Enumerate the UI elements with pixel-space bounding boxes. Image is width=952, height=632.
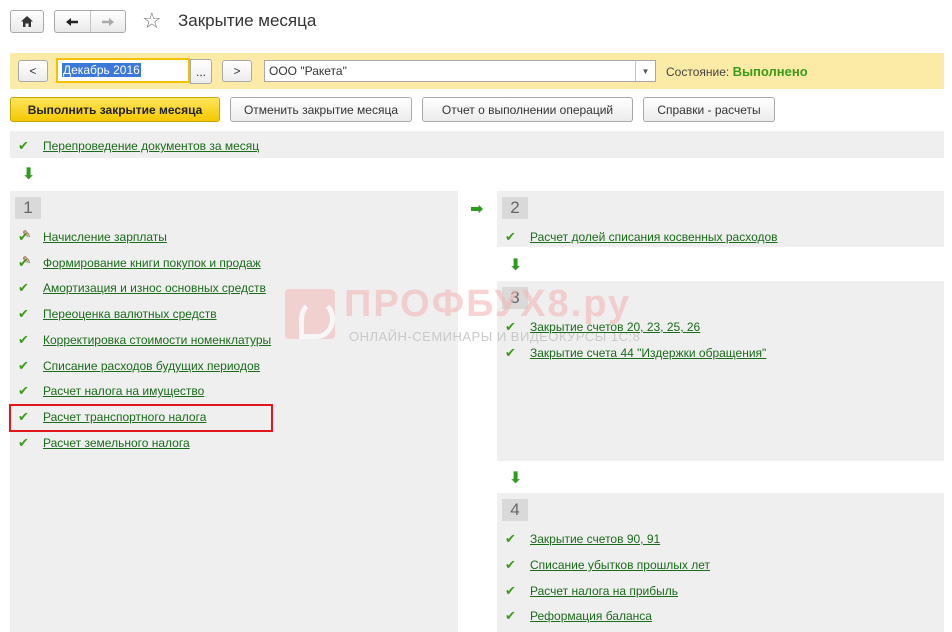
list-item[interactable]: ✔ Амортизация и износ основных средств <box>18 279 266 297</box>
calculations-help-button[interactable]: Справки - расчеты <box>643 97 775 122</box>
operations-report-button[interactable]: Отчет о выполнении операций <box>422 97 633 122</box>
check-icon: ✔ <box>18 358 29 373</box>
list-item[interactable]: ✔ Расчет налога на имущество <box>18 382 204 400</box>
check-icon: ✔ <box>505 531 516 546</box>
highlight-frame <box>9 404 273 432</box>
list-item[interactable]: ✔ Перепроведение документов за месяц <box>18 137 259 155</box>
check-icon: ✔ <box>18 280 29 295</box>
arrow-right-icon <box>101 17 114 26</box>
forward-button[interactable] <box>89 11 126 32</box>
operation-link[interactable]: Формирование книги покупок и продаж <box>43 256 261 270</box>
list-item[interactable]: ✔ Расчет земельного налога <box>18 434 190 452</box>
operation-link[interactable]: Закрытие счетов 20, 23, 25, 26 <box>530 320 700 334</box>
arrow-left-icon <box>66 17 79 26</box>
list-item[interactable]: ✔ Закрытие счетов 20, 23, 25, 26 <box>505 318 700 336</box>
operation-link[interactable]: Переоценка валютных средств <box>43 307 217 321</box>
operation-link[interactable]: Расчет налога на прибыль <box>530 584 678 598</box>
check-icon: ✔ <box>505 319 516 334</box>
history-navigation <box>54 10 126 33</box>
step-number: 4 <box>502 499 528 521</box>
check-edited-icon: ✔ <box>18 228 38 245</box>
period-select-button[interactable]: ... <box>190 59 212 84</box>
status-label: Состояние: <box>666 65 730 79</box>
check-icon: ✔ <box>505 229 516 244</box>
dropdown-arrow-icon[interactable]: ▼ <box>635 61 655 81</box>
check-edited-icon: ✔ <box>18 254 38 271</box>
list-item[interactable]: ✔ Закрытие счета 44 "Издержки обращения" <box>505 344 766 362</box>
back-button[interactable] <box>55 11 90 32</box>
arrow-down-icon: ⬇ <box>509 257 523 274</box>
arrow-down-icon: ⬇ <box>509 470 523 487</box>
operation-link[interactable]: Начисление зарплаты <box>43 230 167 244</box>
operation-link[interactable]: Расчет земельного налога <box>43 436 190 450</box>
step-number: 2 <box>502 197 528 219</box>
operation-link[interactable]: Списание убытков прошлых лет <box>530 558 710 572</box>
status: Состояние: Выполнено <box>666 64 808 79</box>
step-number: 1 <box>15 197 41 219</box>
organization-select[interactable]: ООО "Ракета" ▼ <box>264 60 656 82</box>
operation-link[interactable]: Расчет налога на имущество <box>43 384 204 398</box>
list-item[interactable]: ✔ Расчет долей списания косвенных расход… <box>505 228 778 246</box>
watermark-logo <box>285 289 335 339</box>
check-icon: ✔ <box>505 345 516 360</box>
home-button[interactable] <box>10 10 44 33</box>
operation-link[interactable]: Перепроведение документов за месяц <box>43 139 259 153</box>
operation-link[interactable]: Амортизация и износ основных средств <box>43 281 266 295</box>
home-icon <box>21 16 33 27</box>
organization-value: ООО "Ракета" <box>269 64 347 78</box>
list-item[interactable]: ✔ Формирование книги покупок и продаж <box>18 254 261 272</box>
list-item[interactable]: ✔ Начисление зарплаты <box>18 228 167 246</box>
list-item[interactable]: ✔ Списание расходов будущих периодов <box>18 357 260 375</box>
list-item[interactable]: ✔ Расчет налога на прибыль <box>505 582 678 600</box>
check-icon: ✔ <box>505 608 516 623</box>
check-icon: ✔ <box>18 306 29 321</box>
period-input[interactable]: Декабрь 2016 <box>56 58 190 83</box>
operation-link[interactable]: Реформация баланса <box>530 609 652 623</box>
list-item[interactable]: ✔ Закрытие счетов 90, 91 <box>505 530 660 548</box>
prev-period-button[interactable]: < <box>18 60 48 82</box>
list-item[interactable]: ✔ Списание убытков прошлых лет <box>505 556 710 574</box>
operation-link[interactable]: Корректировка стоимости номенклатуры <box>43 333 271 347</box>
list-item[interactable]: ✔ Переоценка валютных средств <box>18 305 217 323</box>
arrow-right-icon: ➡ <box>470 201 484 218</box>
star-icon[interactable]: ☆ <box>142 8 162 34</box>
check-icon: ✔ <box>18 138 29 153</box>
cancel-closing-button[interactable]: Отменить закрытие месяца <box>230 97 412 122</box>
run-closing-button[interactable]: Выполнить закрытие месяца <box>10 97 220 122</box>
operation-link[interactable]: Закрытие счетов 90, 91 <box>530 532 660 546</box>
operation-link[interactable]: Списание расходов будущих периодов <box>43 359 260 373</box>
arrow-down-icon: ⬇ <box>22 166 36 183</box>
check-icon: ✔ <box>505 583 516 598</box>
check-icon: ✔ <box>18 435 29 450</box>
status-value: Выполнено <box>732 64 808 79</box>
check-icon: ✔ <box>505 557 516 572</box>
page-title: Закрытие месяца <box>178 11 317 30</box>
operation-link[interactable]: Закрытие счета 44 "Издержки обращения" <box>530 346 766 360</box>
operation-link[interactable]: Расчет долей списания косвенных расходов <box>530 230 778 244</box>
list-item[interactable]: ✔ Корректировка стоимости номенклатуры <box>18 331 271 349</box>
next-period-button[interactable]: > <box>222 60 252 82</box>
list-item[interactable]: ✔ Реформация баланса <box>505 607 652 625</box>
check-icon: ✔ <box>18 383 29 398</box>
check-icon: ✔ <box>18 332 29 347</box>
period-value: Декабрь 2016 <box>62 63 141 77</box>
